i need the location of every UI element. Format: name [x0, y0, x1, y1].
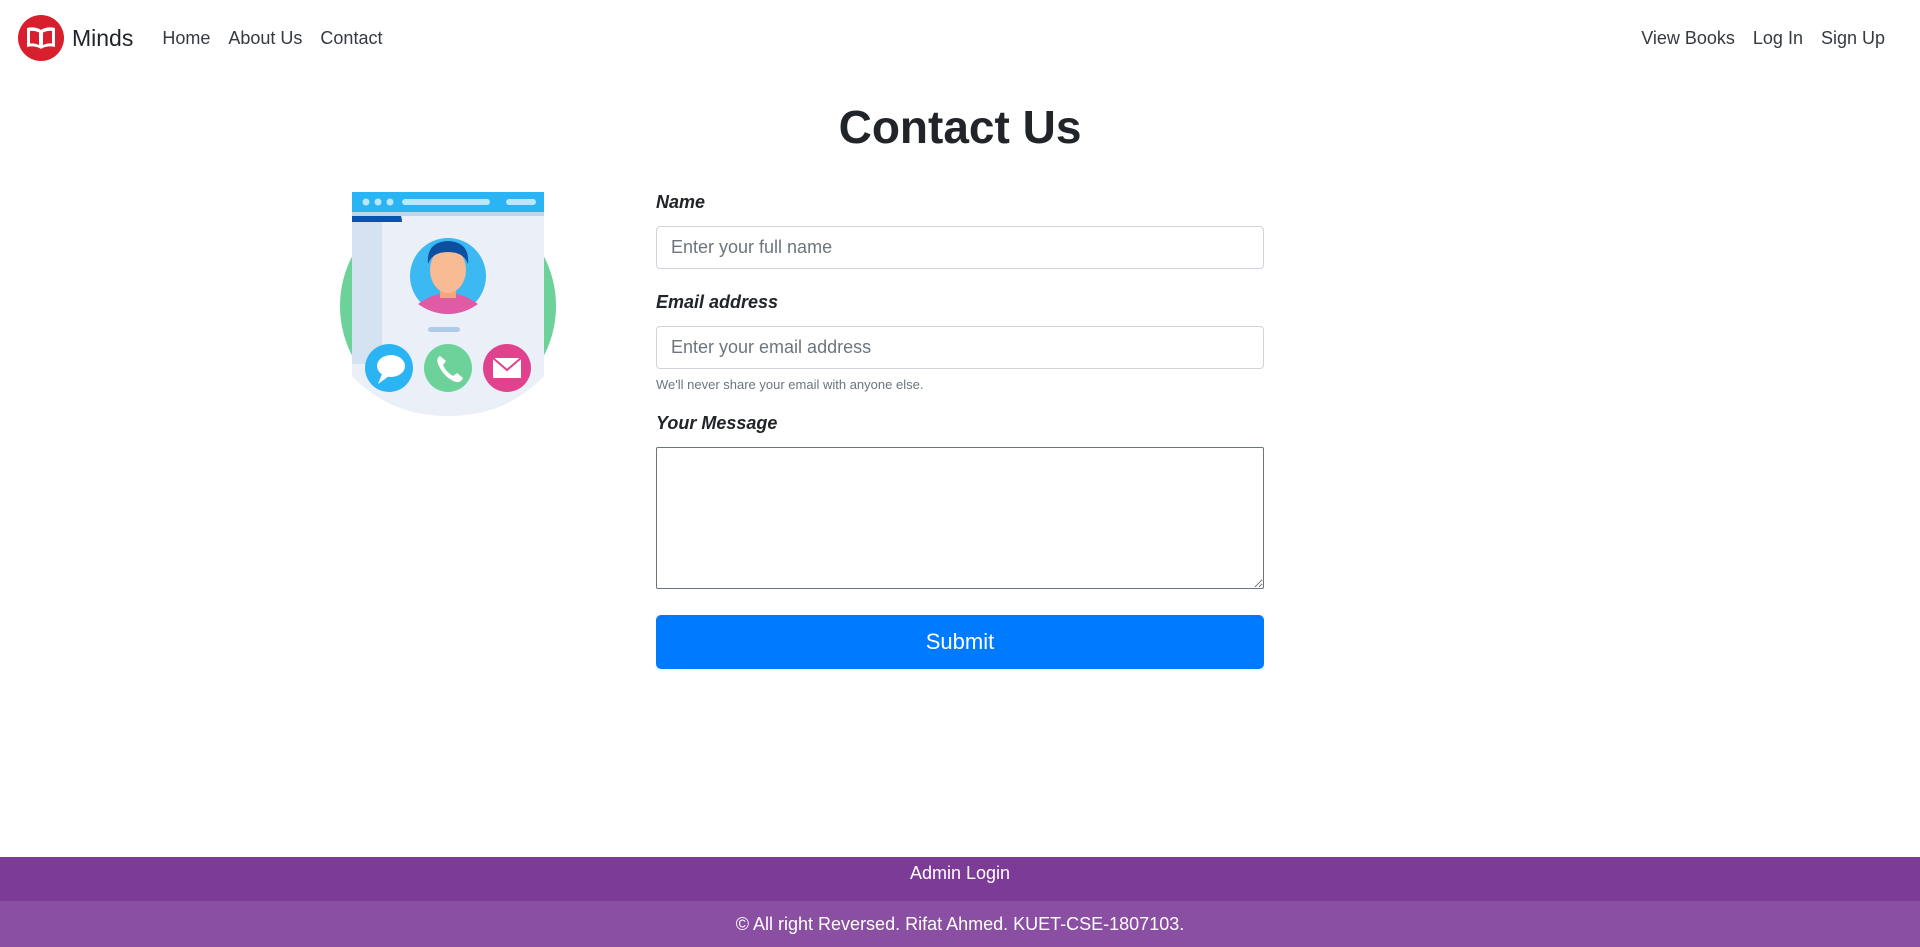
open-book-icon [18, 15, 64, 61]
email-input[interactable] [656, 326, 1264, 369]
contact-card-illustration [336, 186, 560, 418]
message-textarea[interactable] [656, 447, 1264, 589]
nav-log-in[interactable]: Log In [1744, 26, 1812, 50]
nav-view-books[interactable]: View Books [1632, 26, 1744, 50]
contact-form: Name Email address We'll never share you… [656, 190, 1264, 669]
page-title: Contact Us [838, 101, 1082, 153]
brand-name: Minds [72, 24, 134, 51]
brand-link[interactable]: Minds [18, 15, 133, 61]
message-label: Your Message [656, 413, 778, 433]
footer-copyright-bar: © All right Reversed. Rifat Ahmed. KUET-… [0, 901, 1920, 947]
admin-login-link[interactable]: Admin Login [910, 859, 1010, 901]
nav-right: View Books Log In Sign Up [1632, 26, 1894, 50]
email-label: Email address [656, 292, 779, 312]
name-label: Name [656, 192, 706, 212]
name-input[interactable] [656, 226, 1264, 269]
nav-sign-up[interactable]: Sign Up [1812, 26, 1894, 50]
navbar: Minds Home About Us Contact View Books L… [0, 0, 1920, 76]
copyright-text: © All right Reversed. Rifat Ahmed. KUET-… [735, 913, 1185, 934]
email-help-text: We'll never share your email with anyone… [656, 377, 924, 392]
nav-about-us[interactable]: About Us [219, 26, 311, 50]
submit-button[interactable]: Submit [656, 615, 1264, 669]
nav-home[interactable]: Home [153, 26, 219, 50]
nav-contact[interactable]: Contact [311, 26, 391, 50]
nav-left: Home About Us Contact [153, 26, 391, 50]
footer-admin-bar: Admin Login [0, 857, 1920, 901]
